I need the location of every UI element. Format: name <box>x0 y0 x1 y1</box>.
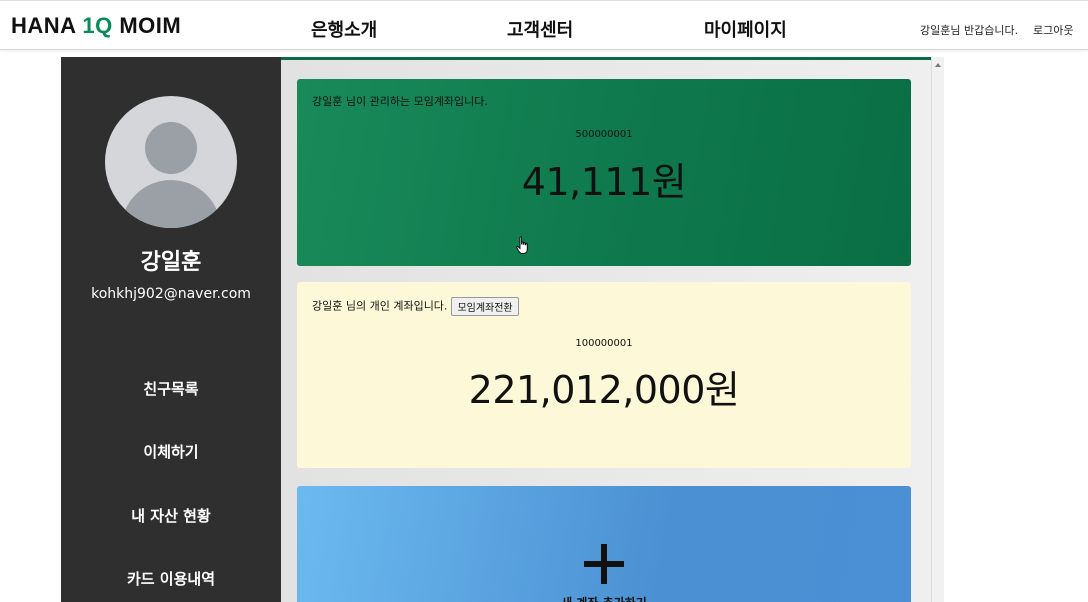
main-frame: 강일훈 kohkhj902@naver.com 친구목록 이체하기 내 자산 현… <box>61 57 944 602</box>
nav-bank-intro[interactable]: 은행소개 <box>311 16 377 42</box>
nav-my-page[interactable]: 마이페이지 <box>704 16 787 42</box>
user-email: kohkhj902@naver.com <box>91 286 251 302</box>
nav-customer-center[interactable]: 고객센터 <box>507 16 573 42</box>
sidebar: 강일훈 kohkhj902@naver.com 친구목록 이체하기 내 자산 현… <box>61 57 281 602</box>
user-avatar-icon <box>105 96 237 228</box>
content-area: 강일훈 님이 관리하는 모임계좌입니다. 500000001 41,111원 강… <box>281 57 931 602</box>
sidebar-item-card-history[interactable]: 카드 이용내역 <box>61 568 281 589</box>
logo-accent: 1Q <box>82 13 113 38</box>
personal-account-card[interactable]: 강일훈 님의 개인 계좌입니다. 모임계좌전환 100000001 221,012… <box>297 282 911 468</box>
sidebar-item-assets[interactable]: 내 자산 현황 <box>61 505 281 526</box>
greeting-text: 강일훈님 반갑습니다. <box>920 24 1019 37</box>
personal-balance: 221,012,000원 <box>468 368 740 412</box>
group-account-card[interactable]: 강일훈 님이 관리하는 모임계좌입니다. 500000001 41,111원 <box>297 79 911 266</box>
vertical-scrollbar[interactable] <box>931 57 944 602</box>
add-account-label: 새 계좌 추가하기 <box>297 594 911 602</box>
sidebar-item-friends[interactable]: 친구목록 <box>61 378 281 399</box>
personal-account-number: 100000001 <box>575 338 633 349</box>
group-account-number: 500000001 <box>575 129 633 140</box>
top-header: HANA 1Q MOIM 은행소개 고객센터 마이페이지 강일훈님 반갑습니다.… <box>0 0 1088 50</box>
personal-card-title-row: 강일훈 님의 개인 계좌입니다. 모임계좌전환 <box>312 297 519 316</box>
add-account-card[interactable]: 새 계좌 추가하기 <box>297 486 911 602</box>
brand-logo[interactable]: HANA 1Q MOIM <box>11 13 181 39</box>
logo-text-2: MOIM <box>112 13 182 38</box>
personal-card-title: 강일훈 님의 개인 계좌입니다. <box>312 299 448 313</box>
sidebar-item-transfer[interactable]: 이체하기 <box>61 441 281 462</box>
logo-text-1: HANA <box>11 13 83 38</box>
plus-icon <box>584 544 624 584</box>
logout-link[interactable]: 로그아웃 <box>1033 22 1073 38</box>
scroll-up-arrow-icon[interactable] <box>935 63 941 67</box>
group-card-title: 강일훈 님이 관리하는 모임계좌입니다. <box>312 95 488 108</box>
switch-to-group-button[interactable]: 모임계좌전환 <box>451 297 519 316</box>
group-balance: 41,111원 <box>521 160 687 204</box>
user-name: 강일훈 <box>140 250 202 275</box>
